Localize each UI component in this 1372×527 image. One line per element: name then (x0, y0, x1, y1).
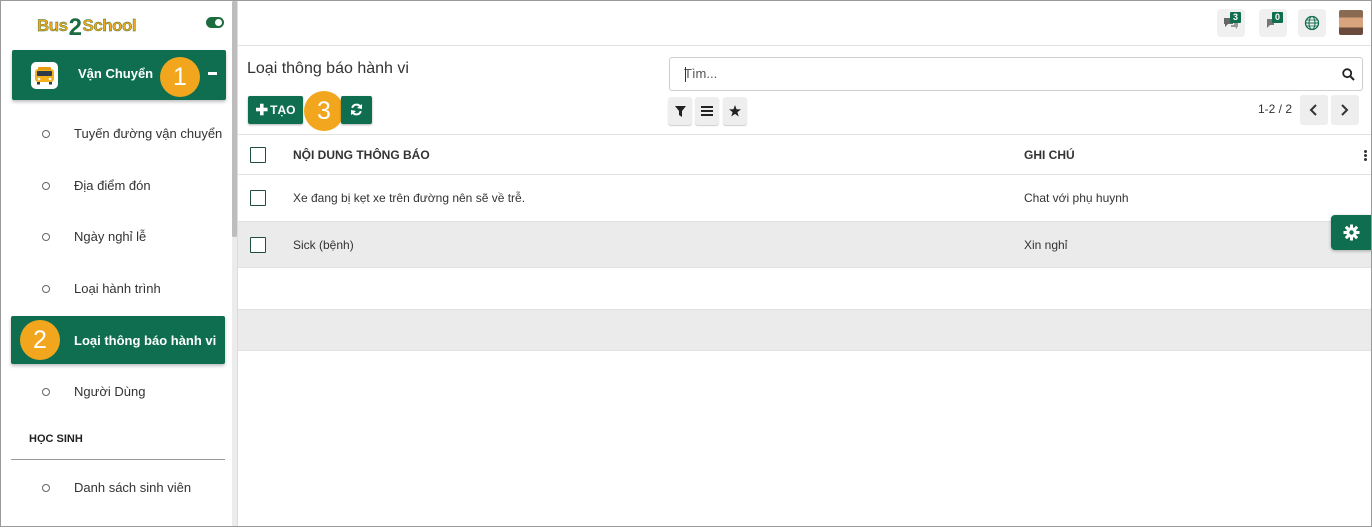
step-badge-2: 2 (20, 320, 60, 360)
sidebar-item-nguoi-dung[interactable]: Người Dùng (1, 376, 227, 406)
messages-button[interactable]: 3 (1217, 9, 1245, 37)
sidebar-item-danh-sach-sinh-vien[interactable]: Danh sách sinh viên (1, 472, 227, 502)
user-avatar[interactable] (1339, 10, 1363, 35)
pager-next-button[interactable] (1331, 95, 1359, 125)
table-row[interactable]: Sick (bệnh) Xin nghỉ (238, 221, 1371, 267)
chevron-left-icon (1309, 104, 1317, 116)
text-caret (685, 67, 686, 82)
globe-icon (1304, 15, 1320, 31)
gear-icon (1343, 224, 1360, 241)
filter-icon (675, 106, 686, 117)
collapse-icon[interactable] (208, 72, 217, 75)
bus-icon (31, 62, 58, 89)
messages-count: 3 (1230, 12, 1241, 23)
cell-note: Chat với phụ huynh (1024, 191, 1129, 205)
table-header: NỘI DUNG THÔNG BÁO GHI CHÚ (238, 134, 1371, 174)
step-badge-3: 3 (304, 91, 344, 131)
settings-button[interactable] (1331, 215, 1371, 250)
divider (11, 459, 225, 460)
step-badge-1: 1 (160, 57, 200, 97)
circle-icon (42, 130, 50, 138)
table-empty-row (238, 267, 1371, 309)
section-hoc-sinh: HỌC SINH (29, 433, 83, 445)
cell-content: Xe đang bị kẹt xe trên đường nên sẽ về t… (293, 191, 526, 205)
column-header-content[interactable]: NỘI DUNG THÔNG BÁO (293, 148, 430, 162)
sidebar: Bus 2 School Vận Chuyển 1 Tuyến đường vậ… (1, 1, 237, 526)
search-icon[interactable] (1342, 68, 1355, 81)
top-bar: 3 0 (238, 1, 1371, 46)
circle-icon (42, 388, 50, 396)
app-window: Bus 2 School Vận Chuyển 1 Tuyến đường vậ… (0, 0, 1372, 527)
column-header-note[interactable]: GHI CHÚ (1024, 148, 1075, 162)
select-all-checkbox[interactable] (250, 147, 266, 163)
refresh-icon (351, 103, 362, 116)
table-row[interactable]: Xe đang bị kẹt xe trên đường nên sẽ về t… (238, 174, 1371, 221)
cell-note: Xin nghỉ (1024, 238, 1068, 252)
activities-button[interactable]: 0 (1259, 9, 1287, 37)
cell-content: Sick (bệnh) (293, 238, 354, 252)
circle-icon (42, 182, 50, 190)
pager-previous-button[interactable] (1300, 95, 1328, 125)
star-icon (729, 105, 741, 117)
sidebar-item-dia-diem-don[interactable]: Địa điểm đón (1, 170, 227, 200)
sidebar-item-tuyen-duong[interactable]: Tuyến đường vận chuyển (1, 118, 227, 148)
sidebar-item-ngay-nghi-le[interactable]: Ngày nghỉ lễ (1, 221, 227, 251)
search-input[interactable] (684, 66, 1324, 81)
search-box[interactable] (669, 57, 1363, 91)
table-empty-row (238, 309, 1371, 351)
activities-count: 0 (1272, 12, 1283, 23)
language-button[interactable] (1298, 9, 1326, 37)
filter-button[interactable] (668, 97, 692, 125)
menu-van-chuyen-label: Vận Chuyển (78, 66, 154, 81)
reload-button[interactable] (341, 96, 372, 124)
chevron-right-icon (1341, 104, 1349, 116)
column-options-icon[interactable] (1364, 150, 1367, 162)
create-button-label: TẠO (270, 103, 296, 117)
create-button[interactable]: ✚ TẠO (248, 96, 303, 124)
app-logo[interactable]: Bus 2 School (37, 13, 137, 41)
favorites-button[interactable] (723, 97, 747, 125)
pager-value[interactable]: 1-2 / 2 (1258, 102, 1292, 116)
sidebar-toggle[interactable] (206, 17, 224, 28)
circle-icon (42, 484, 50, 492)
row-checkbox[interactable] (250, 190, 266, 206)
list-icon (701, 106, 713, 116)
row-checkbox[interactable] (250, 237, 266, 253)
sidebar-item-loai-hanh-trinh[interactable]: Loại hành trình (1, 273, 227, 303)
circle-icon (42, 285, 50, 293)
group-by-button[interactable] (695, 97, 719, 125)
circle-icon (42, 233, 50, 241)
page-title: Loại thông báo hành vi (247, 60, 409, 77)
plus-icon: ✚ (255, 102, 269, 119)
